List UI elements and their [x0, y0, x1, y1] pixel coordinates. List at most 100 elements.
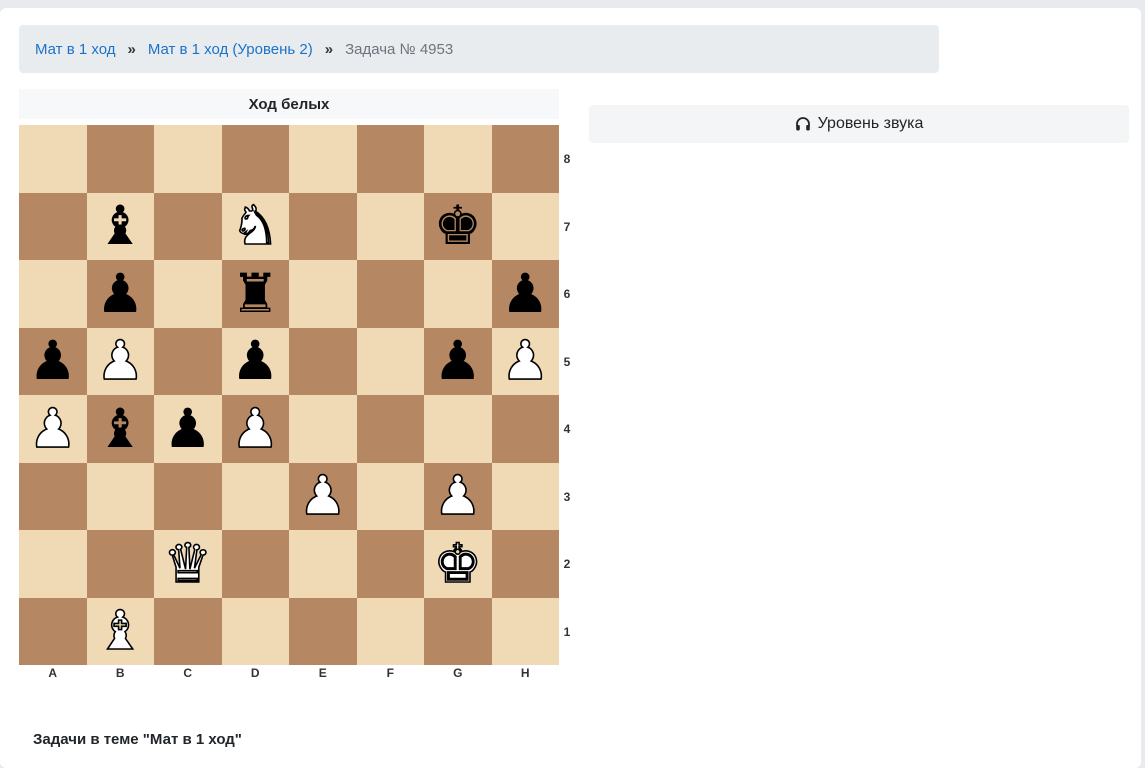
square-e5[interactable]: [289, 327, 357, 395]
square-g7[interactable]: ♚: [424, 192, 492, 260]
black-king-icon[interactable]: ♚: [434, 199, 482, 253]
white-pawn-icon[interactable]: ♟: [500, 333, 550, 389]
square-e2[interactable]: [289, 530, 357, 598]
square-h8[interactable]: [491, 125, 559, 193]
square-b6[interactable]: ♟: [86, 260, 154, 328]
square-b7[interactable]: ♝: [86, 192, 154, 260]
turn-indicator: Ход белых: [19, 89, 559, 119]
square-a3[interactable]: [19, 462, 87, 530]
file-label-g: G: [453, 666, 463, 680]
white-pawn-icon[interactable]: ♟: [95, 333, 145, 389]
rank-label-3: 3: [563, 489, 571, 504]
square-a5[interactable]: ♟: [19, 327, 87, 395]
black-pawn-icon[interactable]: ♟: [164, 401, 212, 456]
square-b1[interactable]: ♝: [86, 597, 154, 665]
square-b4[interactable]: ♝: [86, 395, 154, 463]
square-c6[interactable]: [154, 260, 222, 328]
square-b5[interactable]: ♟: [86, 327, 154, 395]
square-f6[interactable]: [356, 260, 424, 328]
square-d4[interactable]: ♟: [221, 395, 289, 463]
square-h1[interactable]: [491, 597, 559, 665]
file-label-e: E: [318, 666, 327, 680]
black-pawn-icon[interactable]: ♟: [501, 266, 549, 321]
black-bishop-icon[interactable]: ♝: [96, 401, 144, 456]
square-d2[interactable]: [221, 530, 289, 598]
square-e6[interactable]: [289, 260, 357, 328]
square-h6[interactable]: ♟: [491, 260, 559, 328]
white-queen-icon[interactable]: ♛: [163, 535, 213, 591]
square-e3[interactable]: ♟: [289, 462, 357, 530]
breadcrumb-mate-in-1[interactable]: Мат в 1 ход: [35, 41, 115, 58]
square-a4[interactable]: ♟: [19, 395, 87, 463]
black-pawn-icon[interactable]: ♟: [29, 334, 77, 388]
square-d8[interactable]: [221, 125, 289, 193]
breadcrumb-mate-in-1-level-2[interactable]: Мат в 1 ход (Уровень 2): [148, 41, 313, 58]
square-f8[interactable]: [356, 125, 424, 193]
square-h3[interactable]: [491, 462, 559, 530]
square-b3[interactable]: [86, 462, 154, 530]
square-e7[interactable]: [289, 192, 357, 260]
black-rook-icon[interactable]: ♜: [231, 266, 279, 321]
square-c7[interactable]: [154, 192, 222, 260]
square-b8[interactable]: [86, 125, 154, 193]
square-f4[interactable]: [356, 395, 424, 463]
square-a6[interactable]: [19, 260, 87, 328]
file-label-c: C: [183, 666, 193, 680]
breadcrumb-current-task: Задача № 4953: [345, 40, 454, 58]
white-pawn-icon[interactable]: ♟: [230, 400, 280, 456]
square-d5[interactable]: ♟: [221, 327, 289, 395]
square-g4[interactable]: [424, 395, 492, 463]
file-label-a: A: [48, 666, 58, 680]
square-c5[interactable]: [154, 327, 222, 395]
square-f3[interactable]: [356, 462, 424, 530]
square-c2[interactable]: ♛: [154, 530, 222, 598]
square-g1[interactable]: [424, 597, 492, 665]
square-a8[interactable]: [19, 125, 87, 193]
square-f7[interactable]: [356, 192, 424, 260]
white-pawn-icon[interactable]: ♟: [28, 400, 78, 456]
square-c4[interactable]: ♟: [154, 395, 222, 463]
square-h4[interactable]: [491, 395, 559, 463]
file-label-d: D: [250, 666, 260, 680]
white-king-icon[interactable]: ♚: [433, 535, 483, 591]
file-labels: A B C D E F G H: [19, 666, 559, 684]
chess-board[interactable]: ♝ ♞ ♚ ♟ ♜ ♟ ♟ ♟ ♟ ♟ ♟ ♟ ♝ ♟ ♟ ♟ ♟ ♛ ♚ ♝: [19, 125, 559, 665]
black-bishop-icon[interactable]: ♝: [96, 199, 144, 253]
square-b2[interactable]: [86, 530, 154, 598]
black-pawn-icon[interactable]: ♟: [434, 334, 482, 388]
square-e8[interactable]: [289, 125, 357, 193]
square-a7[interactable]: [19, 192, 87, 260]
square-d6[interactable]: ♜: [221, 260, 289, 328]
square-g3[interactable]: ♟: [424, 462, 492, 530]
square-h2[interactable]: [491, 530, 559, 598]
rank-label-7: 7: [563, 219, 571, 234]
square-e4[interactable]: [289, 395, 357, 463]
square-g8[interactable]: [424, 125, 492, 193]
square-e1[interactable]: [289, 597, 357, 665]
white-knight-icon[interactable]: ♞: [230, 198, 280, 254]
square-d1[interactable]: [221, 597, 289, 665]
sound-level-button[interactable]: Уровень звука: [589, 105, 1129, 143]
black-pawn-icon[interactable]: ♟: [231, 334, 279, 388]
square-d3[interactable]: [221, 462, 289, 530]
square-f5[interactable]: [356, 327, 424, 395]
file-label-h: H: [520, 666, 530, 680]
square-d7[interactable]: ♞: [221, 192, 289, 260]
square-a1[interactable]: [19, 597, 87, 665]
square-h5[interactable]: ♟: [491, 327, 559, 395]
square-c3[interactable]: [154, 462, 222, 530]
square-g2[interactable]: ♚: [424, 530, 492, 598]
rank-label-2: 2: [563, 557, 571, 571]
square-f2[interactable]: [356, 530, 424, 598]
square-a2[interactable]: [19, 530, 87, 598]
square-c1[interactable]: [154, 597, 222, 665]
white-bishop-icon[interactable]: ♝: [95, 603, 145, 659]
white-pawn-icon[interactable]: ♟: [433, 468, 483, 524]
black-pawn-icon[interactable]: ♟: [96, 266, 144, 321]
square-c8[interactable]: [154, 125, 222, 193]
square-h7[interactable]: [491, 192, 559, 260]
square-g6[interactable]: [424, 260, 492, 328]
square-f1[interactable]: [356, 597, 424, 665]
white-pawn-icon[interactable]: ♟: [298, 468, 348, 524]
square-g5[interactable]: ♟: [424, 327, 492, 395]
